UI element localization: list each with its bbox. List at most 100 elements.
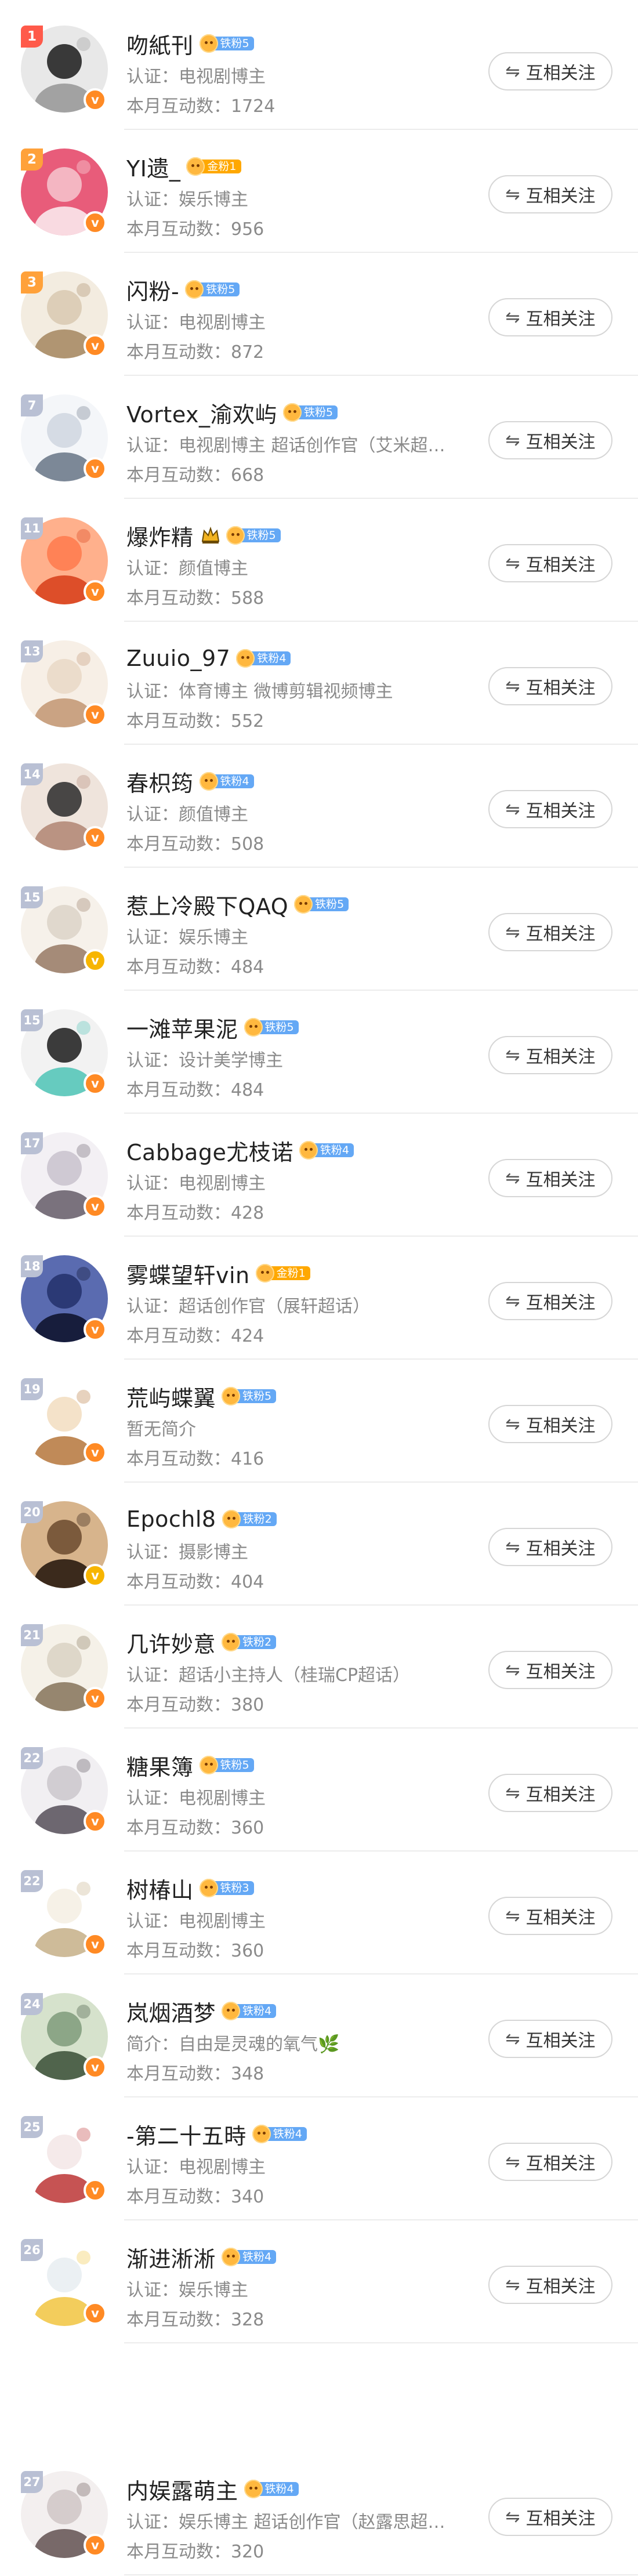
user-name[interactable]: 惹上冷殿下QAQ [126,889,288,921]
avatar-container[interactable]: 15 v [21,886,108,973]
mutual-follow-button[interactable]: ⇋ 互相关注 [488,667,612,705]
name-line: 糖果簿 铁粉5 [126,1749,254,1781]
user-name[interactable]: 一滩苹果泥 [126,1012,238,1044]
avatar-container[interactable]: 24 v [21,1993,108,2080]
verified-icon: v [84,1810,107,1833]
list-item[interactable]: 24 v 岚烟酒梦 铁粉4 简介：自由是灵魂的氧气🌿 本月互动数：348 ⇋ 互相关注 [0,1974,638,2097]
mutual-follow-button[interactable]: ⇋ 互相关注 [488,421,612,459]
user-name[interactable]: 爆炸精 [126,520,194,552]
mutual-follow-button[interactable]: ⇋ 互相关注 [488,175,612,213]
avatar-container[interactable]: 19 v [21,1378,108,1465]
list-item[interactable]: 17 v Cabbage尤枝诺 铁粉4 认证：电视剧博主 本月互动数：428 ⇋ 互相关注 [0,1114,638,1237]
user-name[interactable]: 渐进淅淅 [126,2241,216,2273]
avatar-container[interactable]: 3v [21,271,108,358]
avatar-container[interactable]: 11 v [21,517,108,604]
mutual-follow-button[interactable]: ⇋ 互相关注 [488,2498,612,2536]
mutual-follow-button[interactable]: ⇋ 互相关注 [488,1897,612,1935]
user-description: 认证：电视剧博主 [126,67,266,87]
user-name[interactable]: 内娱露萌主 [126,2473,238,2505]
fan-level-badge: 铁粉5 [294,895,349,914]
avatar-container[interactable]: 25 v [21,2116,108,2203]
mutual-follow-button[interactable]: ⇋ 互相关注 [488,52,612,90]
mutual-follow-button[interactable]: ⇋ 互相关注 [488,1651,612,1689]
verified-icon: v [84,1687,107,1710]
mutual-follow-button[interactable]: ⇋ 互相关注 [488,1159,612,1197]
list-item[interactable]: 11 v 爆炸精 铁粉5 认证：颜值博主 本月互动数：588 ⇋ 互相关注 [0,499,638,622]
user-name[interactable]: Cabbage尤枝诺 [126,1135,293,1166]
list-item[interactable]: 19 v 荒屿蝶翼 铁粉5 暂无简介 本月互动数：416 ⇋ 互相关注 [0,1360,638,1483]
list-item[interactable]: 7 v Vortex_渝欢屿 铁粉5 认证：电视剧博主 超话创作官（艾米超… 本月互动数：… [0,376,638,499]
avatar-container[interactable]: 13 v [21,640,108,727]
list-item[interactable]: 22 v 树椿山 铁粉3 认证：电视剧博主 本月互动数：360 ⇋ 互相关注 [0,1852,638,1974]
list-item[interactable]: 15 v 惹上冷殿下QAQ 铁粉5 认证：娱乐博主 本月互动数：484 ⇋ 互相关注 [0,868,638,991]
mutual-follow-button[interactable]: ⇋ 互相关注 [488,544,612,582]
fan-face-icon [299,1141,318,1160]
swap-arrows-icon: ⇋ [505,307,520,328]
list-item[interactable]: 18 v 雾蝶望轩vin 金粉1 认证：超话创作官（展轩超话） 本月互动数：424 ⇋ 互相关… [0,1237,638,1360]
follow-button-label: 互相关注 [525,555,596,575]
user-name[interactable]: 荒屿蝶翼 [126,1381,216,1412]
user-name[interactable]: Vortex_渝欢屿 [126,397,277,429]
fan-face-icon [199,34,218,53]
user-name[interactable]: 雾蝶望轩vin [126,1258,250,1289]
user-name[interactable]: 岚烟酒梦 [126,1995,216,2027]
user-name[interactable]: 吻紙刊 [126,28,194,60]
list-item[interactable]: 25 v -第二十五時 铁粉4 认证：电视剧博主 本月互动数：340 ⇋ 互相关注 [0,2097,638,2220]
rank-badge: 17 [21,1132,43,1154]
list-item[interactable]: 14 v 春枳筠 铁粉4 认证：颜值博主 本月互动数：508 ⇋ 互相关注 [0,745,638,868]
avatar-container[interactable]: 27 v [21,2471,108,2558]
avatar-container[interactable]: 7v [21,394,108,481]
mutual-follow-button[interactable]: ⇋ 互相关注 [488,1774,612,1812]
verified-icon: v [84,2302,107,2325]
list-item[interactable]: 26 v 渐进淅淅 铁粉4 认证：娱乐博主 本月互动数：328 ⇋ 互相关注 [0,2220,638,2343]
user-name[interactable]: 春枳筠 [126,766,194,798]
list-item[interactable]: 21 v 几许妙意 铁粉2 认证：超话小主持人（桂瑞CP超话） 本月互动数：380 ⇋ 互相关… [0,1606,638,1729]
list-item[interactable]: 20 v Epochl8 铁粉2 认证：摄影博主 本月互动数：404 ⇋ 互相关注 [0,1483,638,1606]
avatar-container[interactable]: 22 v [21,1747,108,1834]
list-item[interactable]: 2 v YI遗_ 金粉1 认证：娱乐博主 本月互动数：956 ⇋ 互相关注 [0,130,638,253]
avatar-container[interactable]: 21 v [21,1624,108,1711]
user-name[interactable]: YI遗_ [126,151,180,183]
avatar-container[interactable]: 15 v [21,1009,108,1096]
mutual-follow-button[interactable]: ⇋ 互相关注 [488,790,612,828]
divider [124,2342,638,2343]
mutual-follow-button[interactable]: ⇋ 互相关注 [488,1528,612,1566]
mutual-follow-button[interactable]: ⇋ 互相关注 [488,1282,612,1320]
verified-icon: v [84,1933,107,1956]
list-item[interactable]: 15 v 一滩苹果泥 铁粉5 认证：设计美学博主 本月互动数：484 ⇋ 互相关注 [0,991,638,1114]
mutual-follow-button[interactable]: ⇋ 互相关注 [488,2020,612,2058]
swap-arrows-icon: ⇋ [505,61,520,82]
list-item[interactable]: 13 v Zuuio_97 铁粉4 认证：体育博主 微博剪辑视频博主 本月互动数：552 ⇋… [0,622,638,745]
mutual-follow-button[interactable]: ⇋ 互相关注 [488,1405,612,1443]
user-name[interactable]: 闪粉- [126,274,179,306]
follow-button-label: 互相关注 [525,2031,596,2051]
avatar-container[interactable]: 2v [21,148,108,236]
mutual-follow-button[interactable]: ⇋ 互相关注 [488,298,612,336]
fan-face-icon [199,1879,218,1897]
user-name[interactable]: Epochl8 [126,1506,216,1532]
user-name[interactable]: Zuuio_97 [126,646,230,671]
mutual-follow-button[interactable]: ⇋ 互相关注 [488,2143,612,2181]
list-item[interactable]: 3 v 闪粉- 铁粉5 认证：电视剧博主 本月互动数：872 ⇋ 互相关注 [0,253,638,376]
user-name[interactable]: 树椿山 [126,1872,194,1904]
follow-button-label: 互相关注 [525,1539,596,1559]
avatar-container[interactable]: 20 v [21,1501,108,1588]
fan-level-label: 铁粉5 [212,37,254,50]
avatar-container[interactable]: 1v [21,26,108,113]
mutual-follow-button[interactable]: ⇋ 互相关注 [488,2266,612,2304]
user-name[interactable]: 几许妙意 [126,1626,216,1658]
avatar-container[interactable]: 22 v [21,1870,108,1957]
fan-level-badge: 铁粉4 [199,772,254,791]
avatar-container[interactable]: 14 v [21,763,108,850]
avatar-container[interactable]: 18 v [21,1255,108,1342]
list-item[interactable]: 27 v 内娱露萌主 铁粉4 认证：娱乐博主 超话创作官（赵露思超… 本月互动数：320 ⇋… [0,2452,638,2575]
avatar-container[interactable]: 26 v [21,2239,108,2326]
list-item[interactable]: 22 v 糖果簿 铁粉5 认证：电视剧博主 本月互动数：360 ⇋ 互相关注 [0,1729,638,1852]
mutual-follow-button[interactable]: ⇋ 互相关注 [488,913,612,951]
list-item[interactable]: 1 v 吻紙刊 铁粉5 认证：电视剧博主 本月互动数：1724 ⇋ 互相关注 [0,7,638,130]
mutual-follow-button[interactable]: ⇋ 互相关注 [488,1036,612,1074]
user-name[interactable]: -第二十五時 [126,2118,246,2150]
swap-arrows-icon: ⇋ [505,2151,520,2172]
avatar-container[interactable]: 17 v [21,1132,108,1219]
user-name[interactable]: 糖果簿 [126,1749,194,1781]
